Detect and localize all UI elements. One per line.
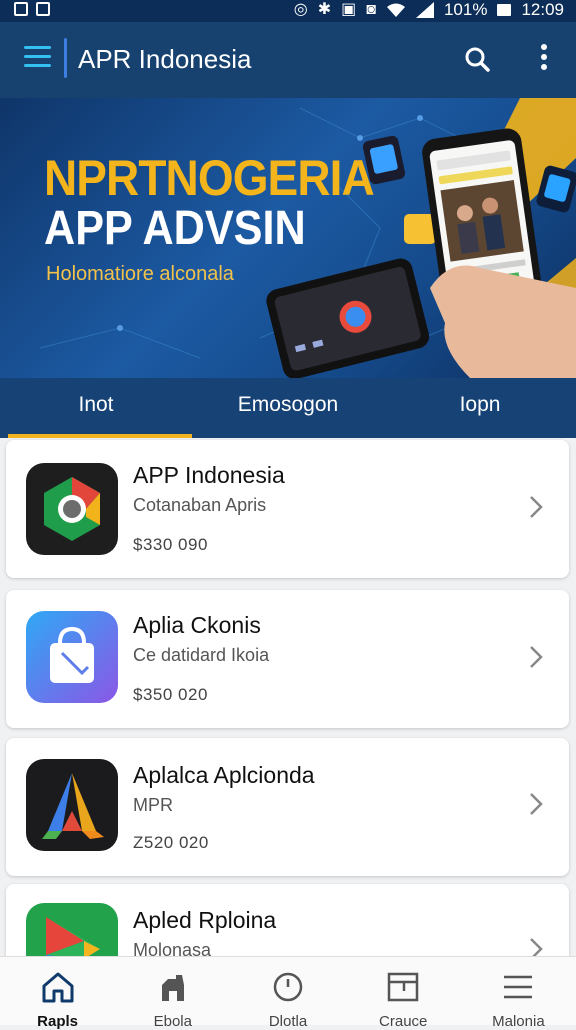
tab-emosogon[interactable]: Emosogon	[192, 378, 384, 438]
image-notification-icon	[14, 2, 28, 16]
nav-item-ebola[interactable]: Ebola	[115, 957, 230, 1030]
banner-subtitle: APP ADVSIN	[44, 202, 306, 255]
battery-percent: 101%	[443, 0, 488, 19]
nav-label: Ebola	[153, 1013, 192, 1030]
app-name: Apled Rploina	[133, 907, 277, 933]
clock-icon	[273, 972, 303, 1002]
chevron-right-icon	[530, 793, 543, 815]
status-left-icons	[14, 2, 50, 16]
status-right-icons: ◎ ✱ ▣ ◙ 101% 12:09	[294, 0, 564, 20]
battery-icon	[497, 4, 512, 16]
nav-label: Malonia	[492, 1013, 545, 1030]
signal-icon	[415, 2, 434, 18]
promo-banner[interactable]: NPRTNOGERIA APP ADVSIN Holomatiore alcon…	[0, 98, 576, 378]
app-name: Aplalca Aplcionda	[133, 762, 315, 788]
nav-label: Rapls	[37, 1013, 79, 1030]
chevron-right-icon	[530, 496, 543, 518]
app-subtitle: MPR	[133, 795, 173, 815]
media-notification-icon	[36, 2, 50, 16]
banner-title: NPRTNOGERIA	[44, 150, 375, 206]
list-item[interactable]: Aplalca Aplcionda MPR Z520 020	[6, 738, 569, 876]
folder-icon	[387, 972, 419, 1002]
list-item[interactable]: Aplia Ckonis Ce datidard Ikoia $350 020	[6, 590, 569, 728]
banner-tagline: Holomatiore alconala	[46, 263, 234, 285]
app-bar-divider	[64, 38, 67, 78]
app-name: APP Indonesia	[133, 462, 285, 488]
app-subtitle: Cotanaban Apris	[133, 495, 267, 515]
list-item[interactable]: APP Indonesia Cotanaban Apris $330 090	[6, 440, 569, 578]
chevron-right-icon	[530, 646, 543, 668]
menu-lines-icon	[504, 975, 533, 999]
nav-item-rapls[interactable]: Rapls	[0, 957, 115, 1030]
app-price: $330 090	[133, 535, 208, 554]
nav-item-crauce[interactable]: Crauce	[346, 957, 461, 1030]
triangle-a-icon	[26, 759, 118, 851]
app-name: Aplia Ckonis	[133, 612, 261, 638]
nav-label: Dlotla	[268, 1013, 308, 1030]
status-bar: ◎ ✱ ▣ ◙ 101% 12:09	[0, 0, 576, 22]
nav-label: Crauce	[379, 1013, 428, 1030]
store-icon	[161, 975, 184, 1001]
bluetooth-icon: ✱	[317, 1, 332, 18]
shopping-bag-icon	[26, 611, 118, 703]
home-icon	[42, 972, 74, 1003]
category-tabs: Inot Emosogon Iopn	[0, 378, 576, 438]
tab-inot[interactable]: Inot	[0, 378, 192, 438]
chrome-like-icon	[26, 463, 118, 555]
clock-time: 12:09	[521, 0, 564, 19]
app-subtitle: Ce datidard Ikoia	[133, 645, 270, 665]
more-options-icon[interactable]	[536, 44, 552, 74]
app-price: $350 020	[133, 685, 208, 704]
app-bar: APR Indonesia	[0, 22, 576, 98]
tab-iopn[interactable]: Iopn	[384, 378, 576, 438]
nav-item-malonia[interactable]: Malonia	[461, 957, 576, 1030]
dnd-icon: ◙	[366, 1, 376, 18]
bottom-navigation: Rapls Ebola Dlotla Crauce Malonia	[0, 956, 576, 1030]
nav-item-dlotla[interactable]: Dlotla	[230, 957, 345, 1030]
wifi-icon	[386, 3, 405, 17]
alarm-icon: ◎	[293, 1, 308, 18]
app-title: APR Indonesia	[78, 44, 252, 74]
search-icon[interactable]	[464, 46, 490, 72]
hamburger-menu-icon[interactable]	[24, 46, 51, 70]
vibrate-icon: ▣	[341, 1, 357, 18]
app-price: Z520 020	[133, 833, 209, 852]
